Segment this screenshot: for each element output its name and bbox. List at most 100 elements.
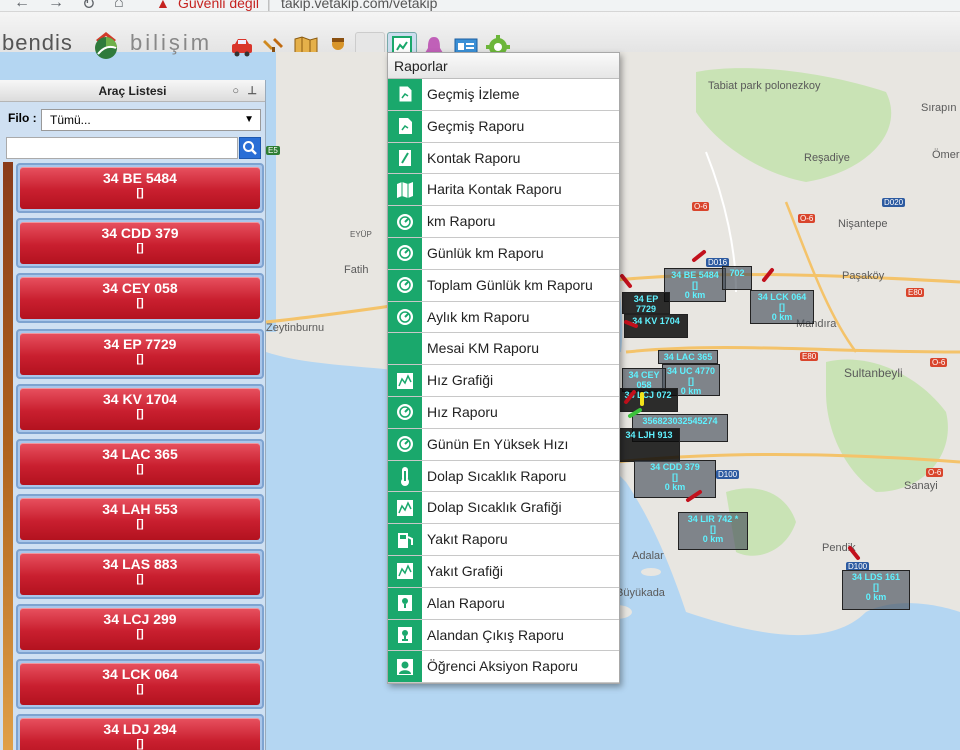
vehicle-map-marker[interactable]: 34 LCK 064[] 0 km — [750, 290, 814, 324]
vehicle-map-marker[interactable]: 34 CDD 379[] 0 km — [634, 460, 716, 498]
line-chart-icon — [388, 492, 422, 524]
menu-item-label: Geçmiş İzleme — [427, 86, 520, 102]
menu-items: Geçmiş İzleme Geçmiş Raporu Kontak Raporu H… — [388, 79, 619, 684]
road-label: E5 — [266, 146, 280, 155]
map-place-label: Paşaköy — [842, 270, 885, 282]
menu-title: Raporlar — [388, 53, 619, 79]
menu-item-label: Aylık km Raporu — [427, 308, 530, 325]
vehicle-list-panel: Araç Listesi ○ ⊥ Filo : Tümü... ▼ 34 BE … — [0, 80, 266, 750]
gauge-icon — [388, 396, 422, 428]
vehicle-item[interactable]: 34 KV 1704[] — [16, 384, 264, 434]
menu-item-report[interactable]: Geçmiş Raporu — [388, 110, 619, 143]
map-place-label: Tabiat park polonezkoy — [708, 80, 821, 92]
menu-item-report[interactable]: Aylık km Raporu — [388, 301, 619, 334]
logo-text-1: bendis — [2, 30, 73, 55]
road-label: O-6 — [930, 358, 948, 367]
pin-icon[interactable]: ⊥ — [247, 80, 257, 102]
menu-item-label: Dolap Sıcaklık Raporu — [427, 467, 567, 484]
back-icon[interactable]: ← — [14, 0, 30, 11]
menu-item-label: Günün En Yüksek Hızı — [427, 435, 569, 452]
gauge-icon — [388, 269, 422, 301]
menu-item-report[interactable]: Öğrenci Aksiyon Raporu — [388, 651, 619, 684]
filo-select-value: Tümü... — [50, 113, 91, 127]
vehicle-map-marker[interactable]: 34 LCJ 072 — [618, 388, 678, 412]
vehicle-item[interactable]: 34 CDD 379[] — [16, 218, 264, 268]
line-chart-icon — [388, 365, 422, 396]
vehicle-item[interactable]: 34 BE 5484[] — [16, 163, 264, 213]
menu-item-report[interactable]: Alan Raporu — [388, 587, 619, 620]
menu-item-report[interactable]: Mesai KM Raporu — [388, 333, 619, 366]
vehicle-item[interactable]: 34 LAH 553[] — [16, 494, 264, 544]
menu-item-report[interactable]: Kontak Raporu — [388, 142, 619, 175]
logo-text-2: bilişim — [130, 30, 213, 55]
menu-item-report[interactable]: Yakıt Grafiği — [388, 555, 619, 588]
menu-item-report[interactable]: Hız Grafiği — [388, 365, 619, 397]
menu-item-label: Alandan Çıkış Raporu — [427, 626, 564, 643]
map-place-label: Nişantepe — [838, 218, 888, 230]
history-track-icon — [388, 79, 422, 110]
gauge-icon — [388, 301, 422, 333]
vehicle-map-marker[interactable]: 34 LJH 913 — [618, 428, 680, 462]
vehicle-item[interactable]: 34 LAS 883[] — [16, 549, 264, 599]
browser-bar: ← → ↻ ⌂ ▲ Güvenli değil | takip.vetakip.… — [0, 0, 960, 12]
vehicle-map-marker[interactable]: 34 KV 1704 — [624, 314, 688, 338]
map-place-label: Ömer — [932, 149, 960, 161]
menu-item-label: Dolap Sıcaklık Grafiği — [427, 499, 562, 516]
menu-item-label: km Raporu — [427, 213, 496, 230]
vehicle-map-marker[interactable]: 34 EP 7729 — [622, 292, 670, 314]
menu-item-report[interactable]: Alandan Çıkış Raporu — [388, 619, 619, 652]
filo-select[interactable]: Tümü... ▼ — [41, 109, 261, 131]
menu-item-report[interactable]: Harita Kontak Raporu — [388, 174, 619, 207]
line-chart-icon — [388, 555, 422, 587]
road-label: D100 — [716, 470, 740, 479]
menu-item-report[interactable]: km Raporu — [388, 206, 619, 238]
vehicle-item[interactable]: 34 LCK 064[] — [16, 659, 264, 709]
road-label: D020 — [882, 198, 906, 207]
vehicle-map-marker[interactable]: 34 LIR 742 *[] 0 km — [678, 512, 748, 550]
menu-item-report[interactable]: Geçmiş İzleme — [388, 79, 619, 111]
thermometer-icon — [388, 460, 422, 492]
forward-icon[interactable]: → — [48, 0, 64, 11]
vehicle-item[interactable]: 34 LCJ 299[] — [16, 604, 264, 654]
menu-item-report[interactable]: Günlük km Raporu — [388, 237, 619, 270]
vehicle-map-marker[interactable]: 34 LAC 365 — [658, 350, 718, 364]
menu-item-report[interactable]: Günün En Yüksek Hızı — [388, 428, 619, 461]
road-label: E80 — [800, 352, 819, 361]
menu-item-label: Kontak Raporu — [427, 149, 521, 166]
menu-item-label: Hız Grafiği — [427, 372, 494, 389]
menu-item-report[interactable]: Hız Raporu — [388, 396, 619, 429]
url-separator: | — [267, 0, 271, 11]
menu-item-report[interactable]: Dolap Sıcaklık Grafiği — [388, 492, 619, 525]
map-ignition-icon — [388, 174, 422, 206]
menu-item-label: Öğrenci Aksiyon Raporu — [427, 658, 578, 675]
vehicle-item[interactable]: 34 LDJ 294[] — [16, 714, 264, 750]
reload-icon[interactable]: ↻ — [82, 0, 95, 11]
chevron-down-icon: ▼ — [244, 114, 254, 125]
menu-item-label: Günlük km Raporu — [427, 244, 544, 261]
address-bar[interactable]: takip.vetakip.com/vetakip — [281, 0, 437, 11]
road-label: E80 — [906, 288, 925, 297]
menu-item-report[interactable]: Dolap Sıcaklık Raporu — [388, 460, 619, 493]
panel-scroll-strip — [3, 162, 13, 750]
map-place-label: Reşadiye — [804, 152, 850, 164]
menu-item-report[interactable]: Toplam Günlük km Raporu — [388, 269, 619, 302]
menu-item-label: Toplam Günlük km Raporu — [427, 276, 593, 293]
road-label: O-6 — [926, 468, 944, 477]
panel-collapse-icon[interactable]: ○ — [232, 80, 239, 102]
vehicle-map-marker[interactable]: 34 LDS 161[] 0 km — [842, 570, 910, 610]
home-icon[interactable]: ⌂ — [114, 0, 124, 11]
security-label[interactable]: Güvenli değil — [178, 0, 259, 11]
vehicle-item[interactable]: 34 EP 7729[] — [16, 329, 264, 379]
vehicle-search-input[interactable] — [6, 137, 238, 159]
vehicle-item[interactable]: 34 CEY 058[] — [16, 273, 264, 323]
search-button[interactable] — [239, 137, 261, 159]
panel-title: Araç Listesi — [98, 84, 167, 98]
vehicle-map-marker[interactable]: 34 BE 5484[] 0 km — [664, 268, 726, 302]
vehicle-item[interactable]: 34 LAC 365[] — [16, 439, 264, 489]
menu-item-report[interactable]: Yakıt Raporu — [388, 524, 619, 556]
gauge-icon — [388, 428, 422, 460]
map-place-label: Pendik — [822, 542, 856, 554]
student-icon — [388, 651, 422, 683]
brand-logo: bendis bilişim — [0, 26, 260, 59]
vehicle-map-marker[interactable]: 702 — [722, 266, 752, 290]
